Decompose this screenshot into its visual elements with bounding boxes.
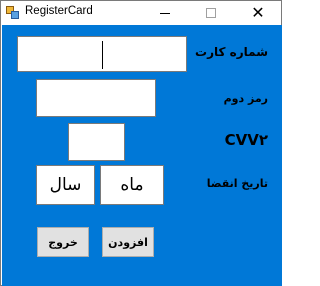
exit-button[interactable]: خروج [37, 227, 89, 257]
card-number-input[interactable] [17, 36, 187, 72]
cvv2-input[interactable] [68, 123, 125, 161]
expiry-month-field[interactable]: ماه [100, 165, 164, 205]
minimize-button[interactable] [142, 1, 188, 25]
text-caret [102, 41, 103, 69]
expiry-year-field[interactable]: سال [36, 165, 95, 205]
card-number-label: شماره کارت [195, 45, 268, 59]
second-pin-label: رمز دوم [223, 92, 268, 105]
close-icon: ✕ [251, 3, 265, 22]
form-panel: شماره کارت رمز دوم CVV۲ سال ماه تاریخ ان… [2, 25, 282, 286]
expiry-date-label: تاریخ انقضا [206, 177, 268, 190]
window-title: RegisterCard [25, 5, 93, 17]
add-button[interactable]: افزودن [102, 227, 154, 257]
cvv2-label: CVV۲ [224, 131, 268, 149]
title-bar[interactable]: RegisterCard ✕ [1, 1, 281, 25]
app-icon [6, 6, 20, 19]
maximize-button [188, 1, 234, 25]
register-card-window: RegisterCard ✕ شماره کارت رمز دوم CVV۲ س… [0, 0, 282, 286]
second-pin-input[interactable] [36, 79, 156, 117]
minimize-icon [160, 12, 170, 14]
close-button[interactable]: ✕ [235, 1, 281, 25]
maximize-icon [206, 8, 216, 18]
